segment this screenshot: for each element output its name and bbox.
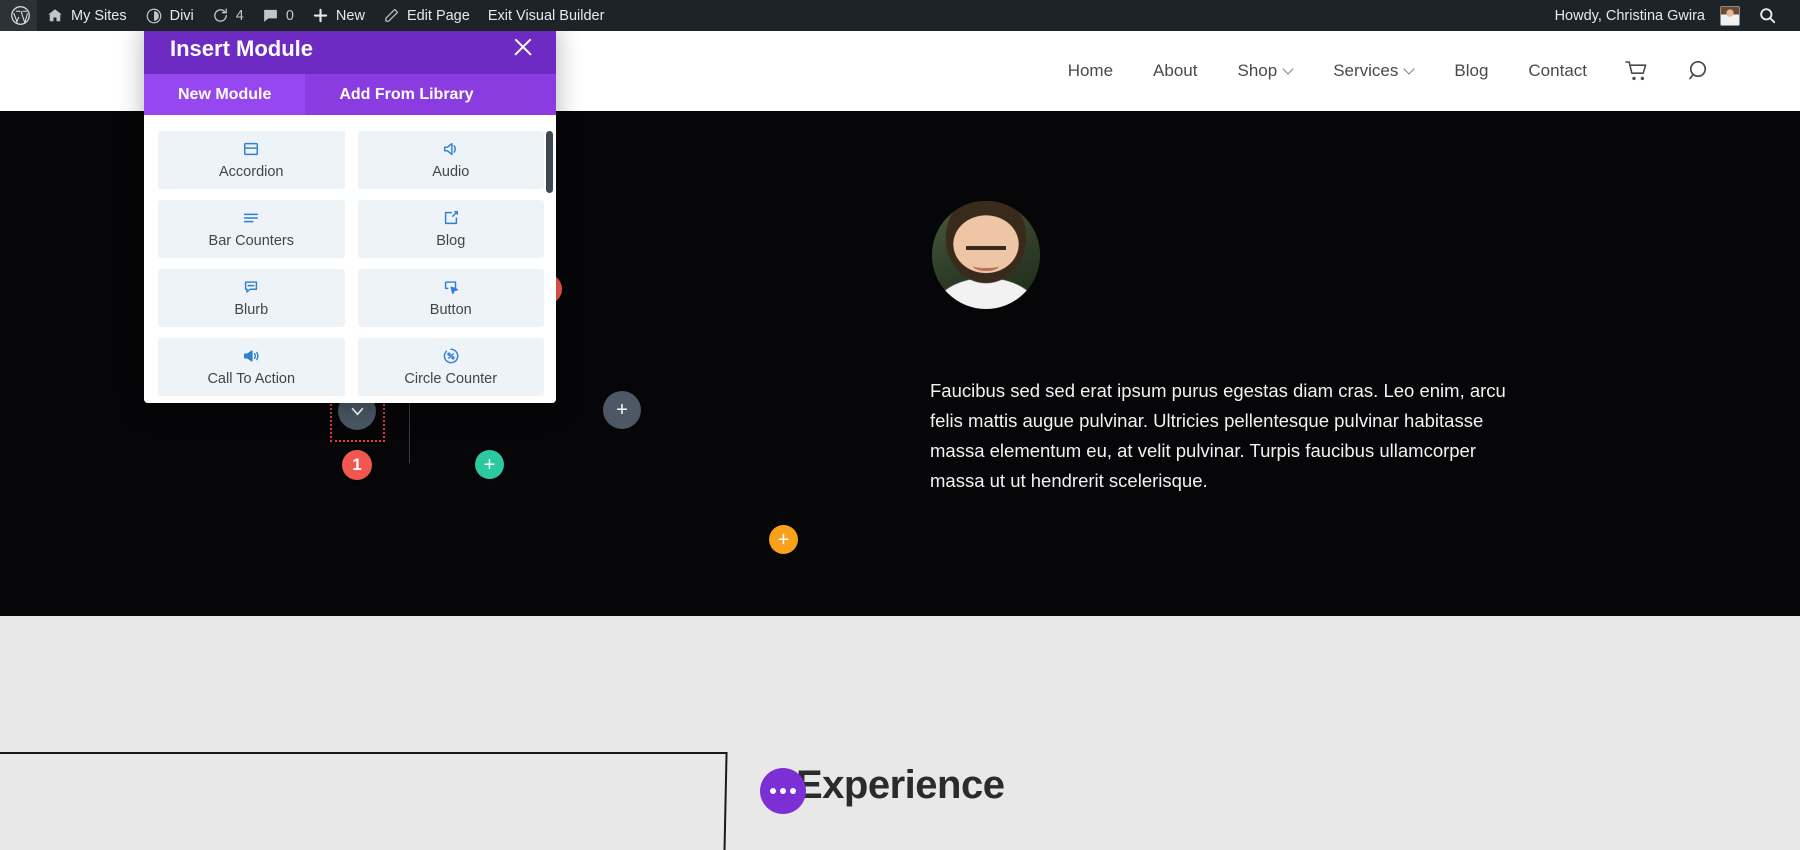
add-module-button[interactable]: +: [603, 391, 641, 429]
nav-label: Services: [1333, 61, 1399, 80]
plus-icon: +: [483, 453, 496, 476]
module-card-circle-counter[interactable]: Circle Counter: [357, 338, 544, 396]
nav-item-contact[interactable]: Contact: [1508, 61, 1607, 81]
admin-bar-edit-page[interactable]: Edit Page: [374, 0, 479, 31]
nav-item-about[interactable]: About: [1133, 61, 1217, 81]
wordpress-icon: [10, 5, 31, 26]
module-card-bar-counters[interactable]: Bar Counters: [158, 200, 345, 258]
panel-title: Insert Module: [170, 36, 314, 61]
module-label: Audio: [432, 164, 470, 180]
nav-item-services[interactable]: Services: [1313, 61, 1434, 81]
admin-bar-my-sites[interactable]: My Sites: [37, 0, 136, 31]
add-row-button[interactable]: +: [475, 450, 504, 479]
admin-bar-updates[interactable]: 4: [203, 0, 253, 31]
wp-admin-bar: My Sites Divi 4 0 New Edit Page Exit Vis…: [0, 0, 1800, 31]
admin-bar-label: Divi: [169, 7, 194, 24]
module-label: Bar Counters: [208, 233, 294, 249]
tab-new-module[interactable]: New Module: [144, 74, 306, 115]
comments-icon: [262, 7, 279, 24]
hero-paragraph: Faucibus sed sed erat ipsum purus egesta…: [930, 380, 1506, 491]
pencil-icon: [383, 7, 400, 24]
module-card-audio[interactable]: Audio: [357, 131, 544, 189]
module-label: Button: [429, 302, 472, 318]
nav-label: Home: [1067, 61, 1114, 80]
call-to-action-icon: [242, 347, 260, 365]
divi-icon: [145, 7, 163, 25]
module-list: Accordion Audio Bar Counters Blog Blurb …: [144, 115, 556, 403]
admin-bar-label: My Sites: [71, 7, 127, 24]
experience-heading: Experience: [796, 763, 1005, 807]
admin-bar-account[interactable]: Howdy, Christina Gwira: [1546, 0, 1749, 31]
chevron-down-icon: [351, 407, 363, 415]
audio-icon: [442, 140, 460, 158]
module-card-accordion[interactable]: Accordion: [158, 131, 345, 189]
add-section-button[interactable]: +: [769, 525, 798, 554]
avatar: [932, 201, 1040, 309]
outlined-card: [0, 752, 728, 850]
circle-counter-icon: [442, 347, 460, 365]
module-label: Accordion: [219, 164, 284, 180]
insert-module-panel: Insert Module New Module Add From Librar…: [144, 20, 556, 403]
admin-bar-label: Exit Visual Builder: [487, 7, 605, 24]
module-card-blurb[interactable]: Blurb: [158, 269, 345, 327]
module-options-button[interactable]: [760, 768, 806, 814]
admin-bar-label: New: [335, 7, 365, 24]
module-label: Blurb: [234, 302, 269, 318]
nav-label: About: [1153, 61, 1198, 80]
module-label: Call To Action: [207, 371, 296, 387]
tab-label: Add From Library: [339, 85, 474, 103]
tab-label: New Module: [178, 85, 272, 103]
admin-bar-search[interactable]: [1749, 0, 1786, 31]
howdy-label: Howdy, Christina Gwira: [1554, 7, 1705, 24]
tab-add-from-library[interactable]: Add From Library: [305, 74, 507, 115]
comments-count: 0: [285, 7, 294, 24]
module-card-blog[interactable]: Blog: [357, 200, 544, 258]
admin-bar-exit-visual-builder[interactable]: Exit Visual Builder: [479, 0, 614, 31]
admin-bar-divi[interactable]: Divi: [136, 0, 203, 31]
search-icon[interactable]: [1669, 59, 1730, 84]
admin-bar-comments[interactable]: 0: [253, 0, 303, 31]
blog-icon: [442, 209, 460, 227]
module-card-button[interactable]: Button: [357, 269, 544, 327]
plus-icon: [312, 7, 329, 24]
wordpress-logo-button[interactable]: [0, 0, 37, 31]
module-label: Blog: [436, 233, 466, 249]
annotation-badge-1: 1: [342, 450, 372, 480]
panel-tabs: New Module Add From Library: [144, 74, 556, 115]
nav-label: Contact: [1528, 61, 1587, 80]
bar-counters-icon: [242, 209, 260, 227]
chevron-down-icon: [1284, 65, 1293, 74]
close-icon[interactable]: [512, 36, 534, 58]
ellipsis-icon: [770, 788, 796, 794]
accordion-icon: [242, 140, 260, 158]
updates-count: 4: [235, 7, 244, 24]
updates-icon: [212, 7, 229, 24]
search-icon: [1758, 6, 1777, 25]
chevron-down-icon: [1405, 65, 1414, 74]
panel-scrollbar[interactable]: [546, 131, 553, 193]
sites-icon: [46, 7, 64, 25]
cart-icon[interactable]: [1607, 60, 1669, 82]
nav-item-shop[interactable]: Shop: [1217, 61, 1313, 81]
main-nav: Home About Shop Services Blog Contact: [1048, 59, 1800, 84]
nav-item-home[interactable]: Home: [1048, 61, 1133, 81]
admin-bar-label: Edit Page: [406, 7, 470, 24]
screen: ne Faucibus sed sed erat ipsum purus ege…: [0, 0, 1800, 850]
nav-label: Shop: [1237, 61, 1278, 80]
button-icon: [442, 278, 460, 296]
row-connector-line: [409, 403, 410, 463]
module-label: Circle Counter: [404, 371, 498, 387]
module-card-call-to-action[interactable]: Call To Action: [158, 338, 345, 396]
plus-icon: +: [777, 528, 790, 551]
admin-bar-new[interactable]: New: [303, 0, 374, 31]
blurb-icon: [242, 278, 260, 296]
nav-label: Blog: [1454, 61, 1489, 80]
avatar: [1720, 5, 1740, 26]
nav-item-blog[interactable]: Blog: [1434, 61, 1508, 81]
plus-icon: +: [616, 399, 628, 421]
